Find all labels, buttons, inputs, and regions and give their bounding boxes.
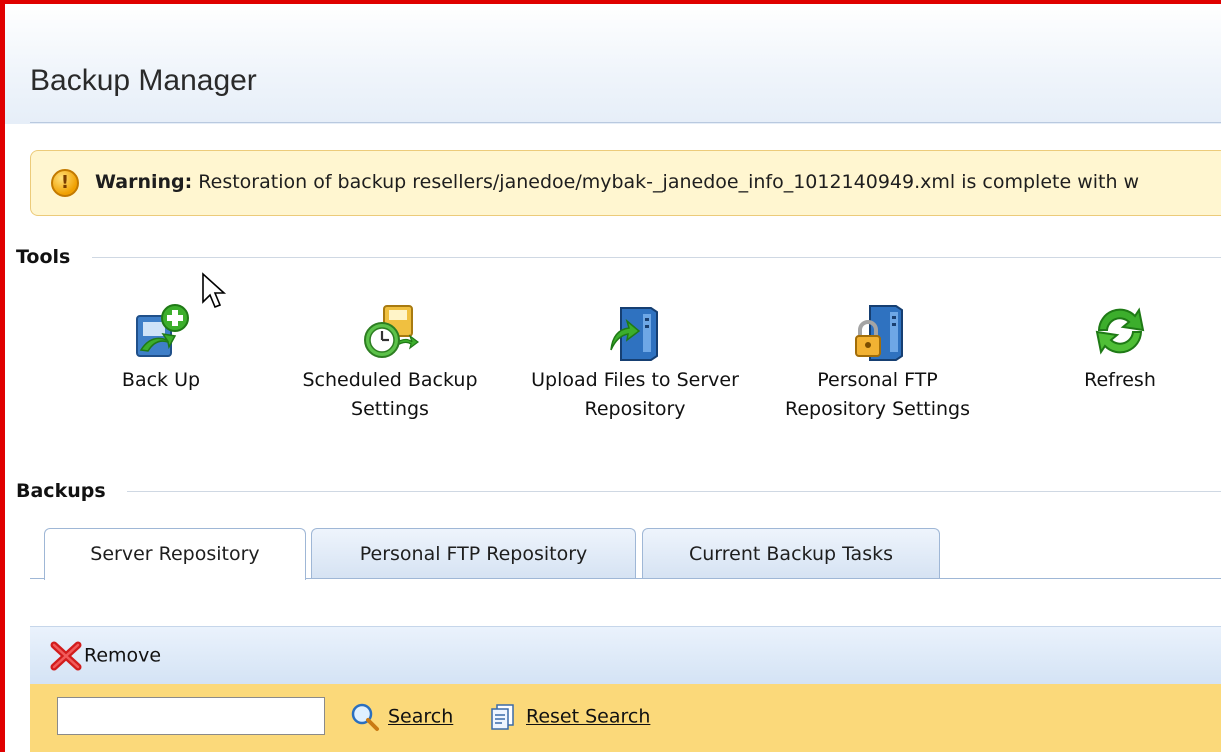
refresh-icon	[1095, 307, 1145, 355]
list-toolbar: Remove	[30, 626, 1221, 684]
upload-files-label-line2: Repository	[584, 398, 686, 420]
personal-ftp-label-line2: Repository Settings	[785, 398, 970, 420]
upload-files-button[interactable]: Upload Files to Server Repository	[515, 300, 755, 424]
remove-button[interactable]: Remove	[50, 641, 161, 671]
scheduled-backup-clock-icon	[364, 305, 419, 358]
scheduled-backup-label-line1: Scheduled Backup	[302, 369, 478, 391]
refresh-button[interactable]: Refresh	[1060, 300, 1180, 395]
remove-x-icon	[50, 641, 82, 671]
tab-server-repository[interactable]: Server Repository	[44, 528, 306, 580]
tab-current-backup-tasks[interactable]: Current Backup Tasks	[642, 528, 940, 578]
warning-message: Restoration of backup resellers/janedoe/…	[198, 171, 1140, 193]
search-label: Search	[388, 705, 454, 728]
reset-search-button[interactable]: Reset Search	[488, 702, 650, 732]
search-button[interactable]: Search	[350, 702, 453, 732]
reset-search-label: Reset Search	[526, 705, 651, 728]
warning-label: Warning:	[95, 171, 193, 193]
magnifier-icon	[351, 703, 379, 731]
back-up-button[interactable]: Back Up	[92, 300, 230, 395]
personal-ftp-label-line1: Personal FTP	[817, 369, 938, 391]
tools-section-title: Tools	[16, 246, 71, 268]
mouse-cursor-icon	[202, 272, 227, 309]
warning-text: Warning: Restoration of backup resellers…	[95, 171, 1139, 193]
remove-label: Remove	[84, 644, 162, 667]
title-divider	[30, 122, 1221, 123]
personal-ftp-settings-button[interactable]: Personal FTP Repository Settings	[770, 300, 985, 424]
refresh-label: Refresh	[1084, 369, 1156, 391]
search-input[interactable]	[57, 697, 325, 735]
backups-divider	[127, 491, 1221, 492]
upload-files-label-line1: Upload Files to Server	[531, 369, 739, 391]
upload-server-icon	[610, 307, 658, 361]
warning-icon: !	[51, 169, 79, 197]
scheduled-backup-settings-button[interactable]: Scheduled Backup Settings	[290, 300, 490, 424]
warning-banner: ! Warning: Restoration of backup reselle…	[30, 150, 1221, 216]
backups-section-title: Backups	[16, 480, 106, 502]
back-up-label: Back Up	[121, 369, 201, 391]
search-bar: Search Reset Search	[30, 684, 1221, 752]
scheduled-backup-label-line2: Settings	[351, 398, 429, 420]
page-title: Backup Manager	[30, 64, 257, 97]
tab-personal-ftp-repository[interactable]: Personal FTP Repository	[311, 528, 636, 578]
tools-divider	[92, 257, 1221, 258]
reset-search-icon	[491, 704, 514, 730]
ftp-lock-icon	[854, 305, 903, 361]
backup-add-icon	[136, 304, 189, 357]
